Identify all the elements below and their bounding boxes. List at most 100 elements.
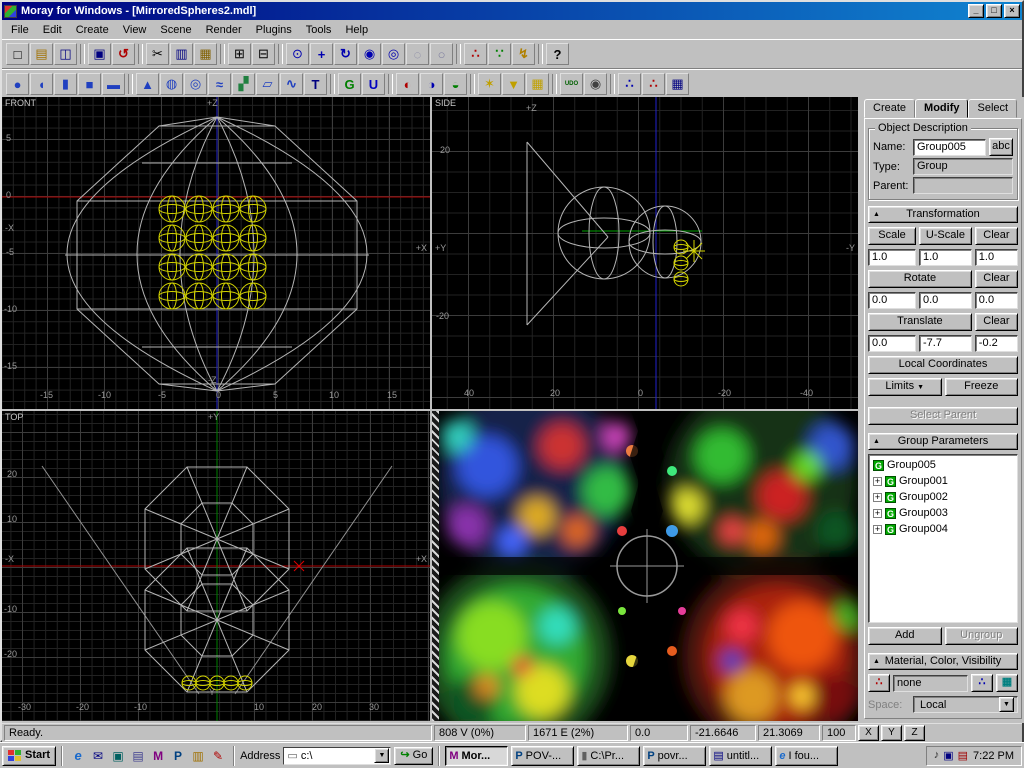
task-button[interactable]: ▤ untitl... — [709, 746, 772, 766]
clear-translate-button[interactable]: Clear — [975, 313, 1018, 331]
space-combobox[interactable]: Local ▼ — [913, 696, 1018, 713]
launch-outlook-express-icon[interactable]: ✉ — [88, 747, 108, 765]
launch-moray-icon[interactable]: M — [148, 747, 168, 765]
paste-icon[interactable]: ▦ — [194, 43, 217, 65]
add-grid-icon[interactable]: ⊞ — [228, 43, 251, 65]
difference-icon[interactable]: ◐ — [396, 73, 419, 95]
tab-select[interactable]: Select — [968, 99, 1017, 118]
view-channels-icon[interactable]: ▤ — [128, 747, 148, 765]
abc-button[interactable]: abc — [989, 138, 1013, 156]
side-viewport[interactable]: SIDE+Z+Y-Y20-2040200-20-40 — [432, 97, 858, 409]
restore-button[interactable]: □ — [986, 4, 1002, 18]
rotate-y-field[interactable]: 0.0 — [919, 292, 972, 309]
uscale-button[interactable]: U-Scale — [919, 227, 972, 245]
torus-icon[interactable]: ◎ — [184, 73, 207, 95]
show-desktop-icon[interactable]: ▣ — [108, 747, 128, 765]
material-browser-icon[interactable]: ∴ — [618, 73, 641, 95]
menu-edit[interactable]: Edit — [36, 22, 69, 38]
task-button[interactable]: P povr... — [643, 746, 706, 766]
area-light-icon[interactable]: ▦ — [526, 73, 549, 95]
close-button[interactable]: × — [1004, 4, 1020, 18]
scale-mode-icon[interactable]: ◉ — [358, 43, 381, 65]
cut-icon[interactable]: ✂ — [146, 43, 169, 65]
plane-icon[interactable]: ▱ — [256, 73, 279, 95]
volume-icon[interactable]: ♪ — [934, 749, 940, 762]
clear-rotate-button[interactable]: Clear — [975, 270, 1018, 288]
axis-y-button[interactable]: Y — [881, 725, 902, 741]
name-field[interactable]: Group005 — [913, 139, 986, 156]
scale-y-field[interactable]: 1.0 — [919, 249, 972, 266]
address-value[interactable]: c:\ — [301, 750, 372, 762]
local-coordinates-button[interactable]: Local Coordinates — [868, 356, 1018, 374]
superellipsoid-icon[interactable]: ▬ — [102, 73, 125, 95]
sphere-icon[interactable]: ● — [6, 73, 29, 95]
undo-icon[interactable]: ↺ — [112, 43, 135, 65]
material-header[interactable]: ▲ Material, Color, Visibility — [868, 653, 1018, 670]
camera-viewport[interactable] — [432, 411, 858, 721]
tree-item[interactable]: G Group005 — [870, 457, 1016, 473]
translate-z-field[interactable]: -0.2 — [975, 335, 1018, 352]
expander-icon[interactable]: + — [873, 509, 882, 518]
launch-paint-icon[interactable]: ✎ — [208, 747, 228, 765]
axis-z-button[interactable]: Z — [904, 725, 925, 741]
front-viewport[interactable]: FRONT+Z-X+X-Z50-5-10-15-15-10-5051015 — [2, 97, 430, 409]
tree-item[interactable]: + G Group003 — [870, 505, 1016, 521]
box-icon[interactable]: ■ — [78, 73, 101, 95]
camera-icon[interactable]: ◉ — [584, 73, 607, 95]
launch-internet-explorer-icon[interactable]: e — [68, 747, 88, 765]
hemisphere-icon[interactable]: ◖ — [30, 73, 53, 95]
spot-light-icon[interactable]: ▼ — [502, 73, 525, 95]
blob-icon[interactable]: ≈ — [208, 73, 231, 95]
menu-tools[interactable]: Tools — [299, 22, 339, 38]
group-icon[interactable]: G — [338, 73, 361, 95]
combo-arrow-icon[interactable]: ▼ — [999, 697, 1014, 712]
translate-x-field[interactable]: 0.0 — [868, 335, 916, 352]
menu-scene[interactable]: Scene — [153, 22, 198, 38]
heightfield-icon[interactable]: ▞ — [232, 73, 255, 95]
new-file-icon[interactable]: □ — [6, 43, 29, 65]
udo-icon[interactable]: UDO — [560, 73, 583, 95]
menu-render[interactable]: Render — [199, 22, 249, 38]
rotate-z-field[interactable]: 0.0 — [975, 292, 1018, 309]
add-button[interactable]: Add — [868, 627, 942, 645]
cone-icon[interactable]: ▲ — [136, 73, 159, 95]
tab-create[interactable]: Create — [864, 99, 915, 118]
plugin-manager-icon[interactable]: ∵ — [488, 43, 511, 65]
merge-icon[interactable]: ◒ — [444, 73, 467, 95]
scale-x-field[interactable]: 1.0 — [868, 249, 916, 266]
render-window-icon[interactable]: ▣ — [88, 43, 111, 65]
tree-item[interactable]: + G Group004 — [870, 521, 1016, 537]
menu-help[interactable]: Help — [338, 22, 375, 38]
help-icon[interactable]: ? — [546, 43, 569, 65]
copy-icon[interactable]: ▥ — [170, 43, 193, 65]
group-parameters-header[interactable]: ▲ Group Parameters — [868, 433, 1018, 450]
rotate-button[interactable]: Rotate — [868, 270, 972, 288]
graphics-card-icon[interactable]: ▤ — [958, 749, 968, 762]
minimize-button[interactable]: _ — [968, 4, 984, 18]
expander-icon[interactable]: + — [873, 493, 882, 502]
snap-grid-icon[interactable]: ◎ — [382, 43, 405, 65]
intersection-icon[interactable]: ◑ — [420, 73, 443, 95]
material-visibility-button[interactable]: ▦ — [996, 674, 1018, 692]
translate-y-field[interactable]: -7.7 — [919, 335, 972, 352]
translate-button[interactable]: Translate — [868, 313, 972, 331]
rotate-x-field[interactable]: 0.0 — [868, 292, 916, 309]
point-light-icon[interactable]: ✶ — [478, 73, 501, 95]
clear-scale-button[interactable]: Clear — [975, 227, 1018, 245]
axis-x-button[interactable]: X — [858, 725, 879, 741]
menu-file[interactable]: File — [4, 22, 36, 38]
snap-edge-icon[interactable]: ○ — [430, 43, 453, 65]
open-folder-icon[interactable]: ▤ — [30, 43, 53, 65]
translate-mode-icon[interactable]: + — [310, 43, 333, 65]
launch-povray-icon[interactable]: P — [168, 747, 188, 765]
transformation-header[interactable]: ▲ Transformation — [868, 206, 1018, 223]
expander-icon[interactable]: + — [873, 477, 882, 486]
limits-button[interactable]: Limits ▼ — [868, 378, 942, 396]
union-icon[interactable]: U — [362, 73, 385, 95]
task-button[interactable]: M Mor... — [445, 746, 508, 766]
cylinder-icon[interactable]: ▮ — [54, 73, 77, 95]
go-button[interactable]: ↪ Go — [394, 747, 433, 765]
display-icon[interactable]: ▣ — [943, 749, 953, 762]
texture-icon[interactable]: ∴ — [642, 73, 665, 95]
menu-view[interactable]: View — [116, 22, 154, 38]
